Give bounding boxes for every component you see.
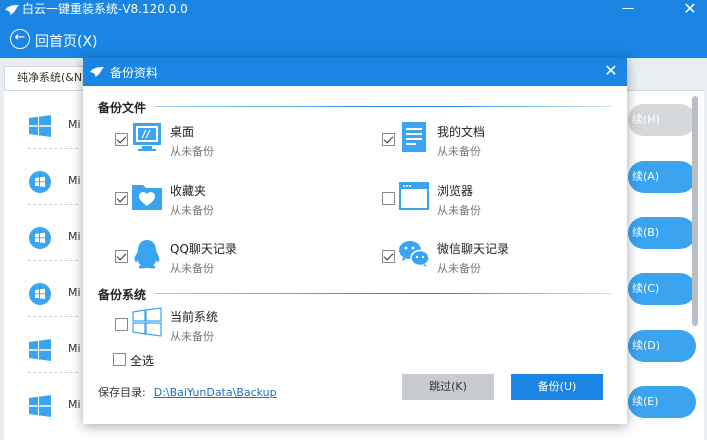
- windows-icon: [29, 171, 51, 193]
- backup-item-desktop[interactable]: 桌面 从未备份: [115, 121, 335, 161]
- section-divider: [155, 106, 612, 107]
- backup-item-wechat[interactable]: 微信聊天记录 从未备份: [382, 238, 602, 278]
- system-row: Mi: [28, 110, 88, 140]
- favorites-icon: [132, 185, 162, 210]
- item-status: 从未备份: [170, 330, 214, 343]
- item-status: 从未备份: [437, 145, 481, 158]
- windows-icon: [29, 283, 51, 305]
- nav-bar: ← 回首页(X): [0, 20, 707, 58]
- item-name: 当前系统: [170, 310, 219, 324]
- item-name: 微信聊天记录: [437, 242, 510, 256]
- system-name: Mi: [68, 398, 81, 411]
- select-all-checkbox[interactable]: [113, 353, 126, 366]
- divider: [28, 148, 78, 149]
- bird-logo-icon: [90, 67, 104, 77]
- minimize-button[interactable]: —: [616, 0, 640, 20]
- backup-button[interactable]: 备份(U): [511, 374, 603, 400]
- back-arrow-icon[interactable]: ←: [10, 29, 30, 49]
- skip-button[interactable]: 跳过(K): [402, 374, 494, 400]
- item-name: 浏览器: [437, 184, 474, 198]
- system-name: Mi: [68, 342, 81, 355]
- windows-icon: [29, 115, 51, 137]
- wechat-icon: [399, 241, 430, 267]
- item-status: 从未备份: [170, 204, 214, 217]
- window-title: 白云一键重装系统-V8.120.0.0: [22, 2, 188, 16]
- install-button[interactable]: 续(E): [628, 386, 696, 418]
- dialog-title: 备份资料: [110, 66, 159, 80]
- section-title-files: 备份文件: [98, 101, 147, 115]
- install-button[interactable]: 续(D): [628, 330, 696, 362]
- backup-item-qq[interactable]: QQ聊天记录 从未备份: [115, 238, 335, 278]
- item-name: 收藏夹: [170, 184, 207, 198]
- documents-icon: [402, 122, 426, 152]
- save-directory: 保存目录: D:\BaiYunData\Backup: [98, 384, 277, 400]
- system-name: Mi: [68, 118, 81, 131]
- system-row: Mi: [28, 222, 88, 252]
- item-status: 从未备份: [437, 204, 481, 217]
- browser-icon: [399, 182, 429, 210]
- install-button[interactable]: 续(B): [628, 217, 696, 249]
- system-name: Mi: [68, 174, 81, 187]
- backup-item-documents[interactable]: 我的文档 从未备份: [382, 121, 602, 161]
- install-button[interactable]: 续(A): [628, 161, 696, 193]
- install-button[interactable]: 续(H): [628, 104, 696, 136]
- divider: [28, 372, 78, 373]
- favorites-checkbox[interactable]: [115, 192, 128, 205]
- desktop-icon: [133, 123, 161, 151]
- windows-icon: [29, 227, 51, 249]
- scrollbar[interactable]: [692, 96, 698, 326]
- desktop-checkbox[interactable]: [115, 133, 128, 146]
- windows-icon: [29, 395, 51, 417]
- item-status: 从未备份: [170, 262, 214, 275]
- close-window-button[interactable]: ✕: [678, 0, 702, 20]
- windows-icon: [29, 339, 51, 361]
- windows-icon: [132, 307, 162, 337]
- section-title-system: 备份系统: [98, 288, 147, 302]
- dialog-header: 备份资料 ✕: [83, 58, 627, 86]
- documents-checkbox[interactable]: [382, 133, 395, 146]
- section-divider: [155, 293, 612, 294]
- item-name: 我的文档: [437, 125, 486, 139]
- divider: [28, 316, 78, 317]
- dialog-close-button[interactable]: ✕: [601, 61, 621, 81]
- select-all-label: 全选: [130, 354, 155, 368]
- install-button[interactable]: 续(C): [628, 273, 696, 305]
- backup-item-favorites[interactable]: 收藏夹 从未备份: [115, 180, 335, 220]
- qq-icon: [134, 240, 160, 269]
- item-name: QQ聊天记录: [170, 242, 237, 256]
- home-button[interactable]: 回首页(X): [35, 31, 98, 51]
- system-name: Mi: [68, 286, 81, 299]
- item-status: 从未备份: [170, 145, 214, 158]
- window-titlebar: 白云一键重装系统-V8.120.0.0 — ✕: [0, 0, 707, 20]
- system-row: Mi: [28, 166, 88, 196]
- divider: [28, 204, 78, 205]
- system-row: Mi: [28, 390, 88, 420]
- save-dir-link[interactable]: D:\BaiYunData\Backup: [154, 386, 277, 399]
- divider: [28, 260, 78, 261]
- bird-logo-icon: [5, 5, 19, 15]
- system-name: Mi: [68, 230, 81, 243]
- tab-pure-system[interactable]: 纯净系统(&N: [4, 66, 90, 90]
- item-status: 从未备份: [437, 262, 481, 275]
- backup-item-current-system[interactable]: 当前系统 从未备份: [115, 306, 335, 346]
- system-row: Mi: [28, 334, 88, 364]
- wechat-checkbox[interactable]: [382, 250, 395, 263]
- item-name: 桌面: [170, 125, 195, 139]
- backup-item-browser[interactable]: 浏览器 从未备份: [382, 180, 602, 220]
- current-system-checkbox[interactable]: [115, 318, 128, 331]
- system-row: Mi: [28, 278, 88, 308]
- save-dir-label: 保存目录:: [98, 386, 146, 399]
- browser-checkbox[interactable]: [382, 192, 395, 205]
- backup-dialog: 备份资料 ✕ 备份文件 桌面 从未备份 我的文档 从未备份 收藏夹 从未备份 浏…: [83, 58, 627, 424]
- qq-checkbox[interactable]: [115, 250, 128, 263]
